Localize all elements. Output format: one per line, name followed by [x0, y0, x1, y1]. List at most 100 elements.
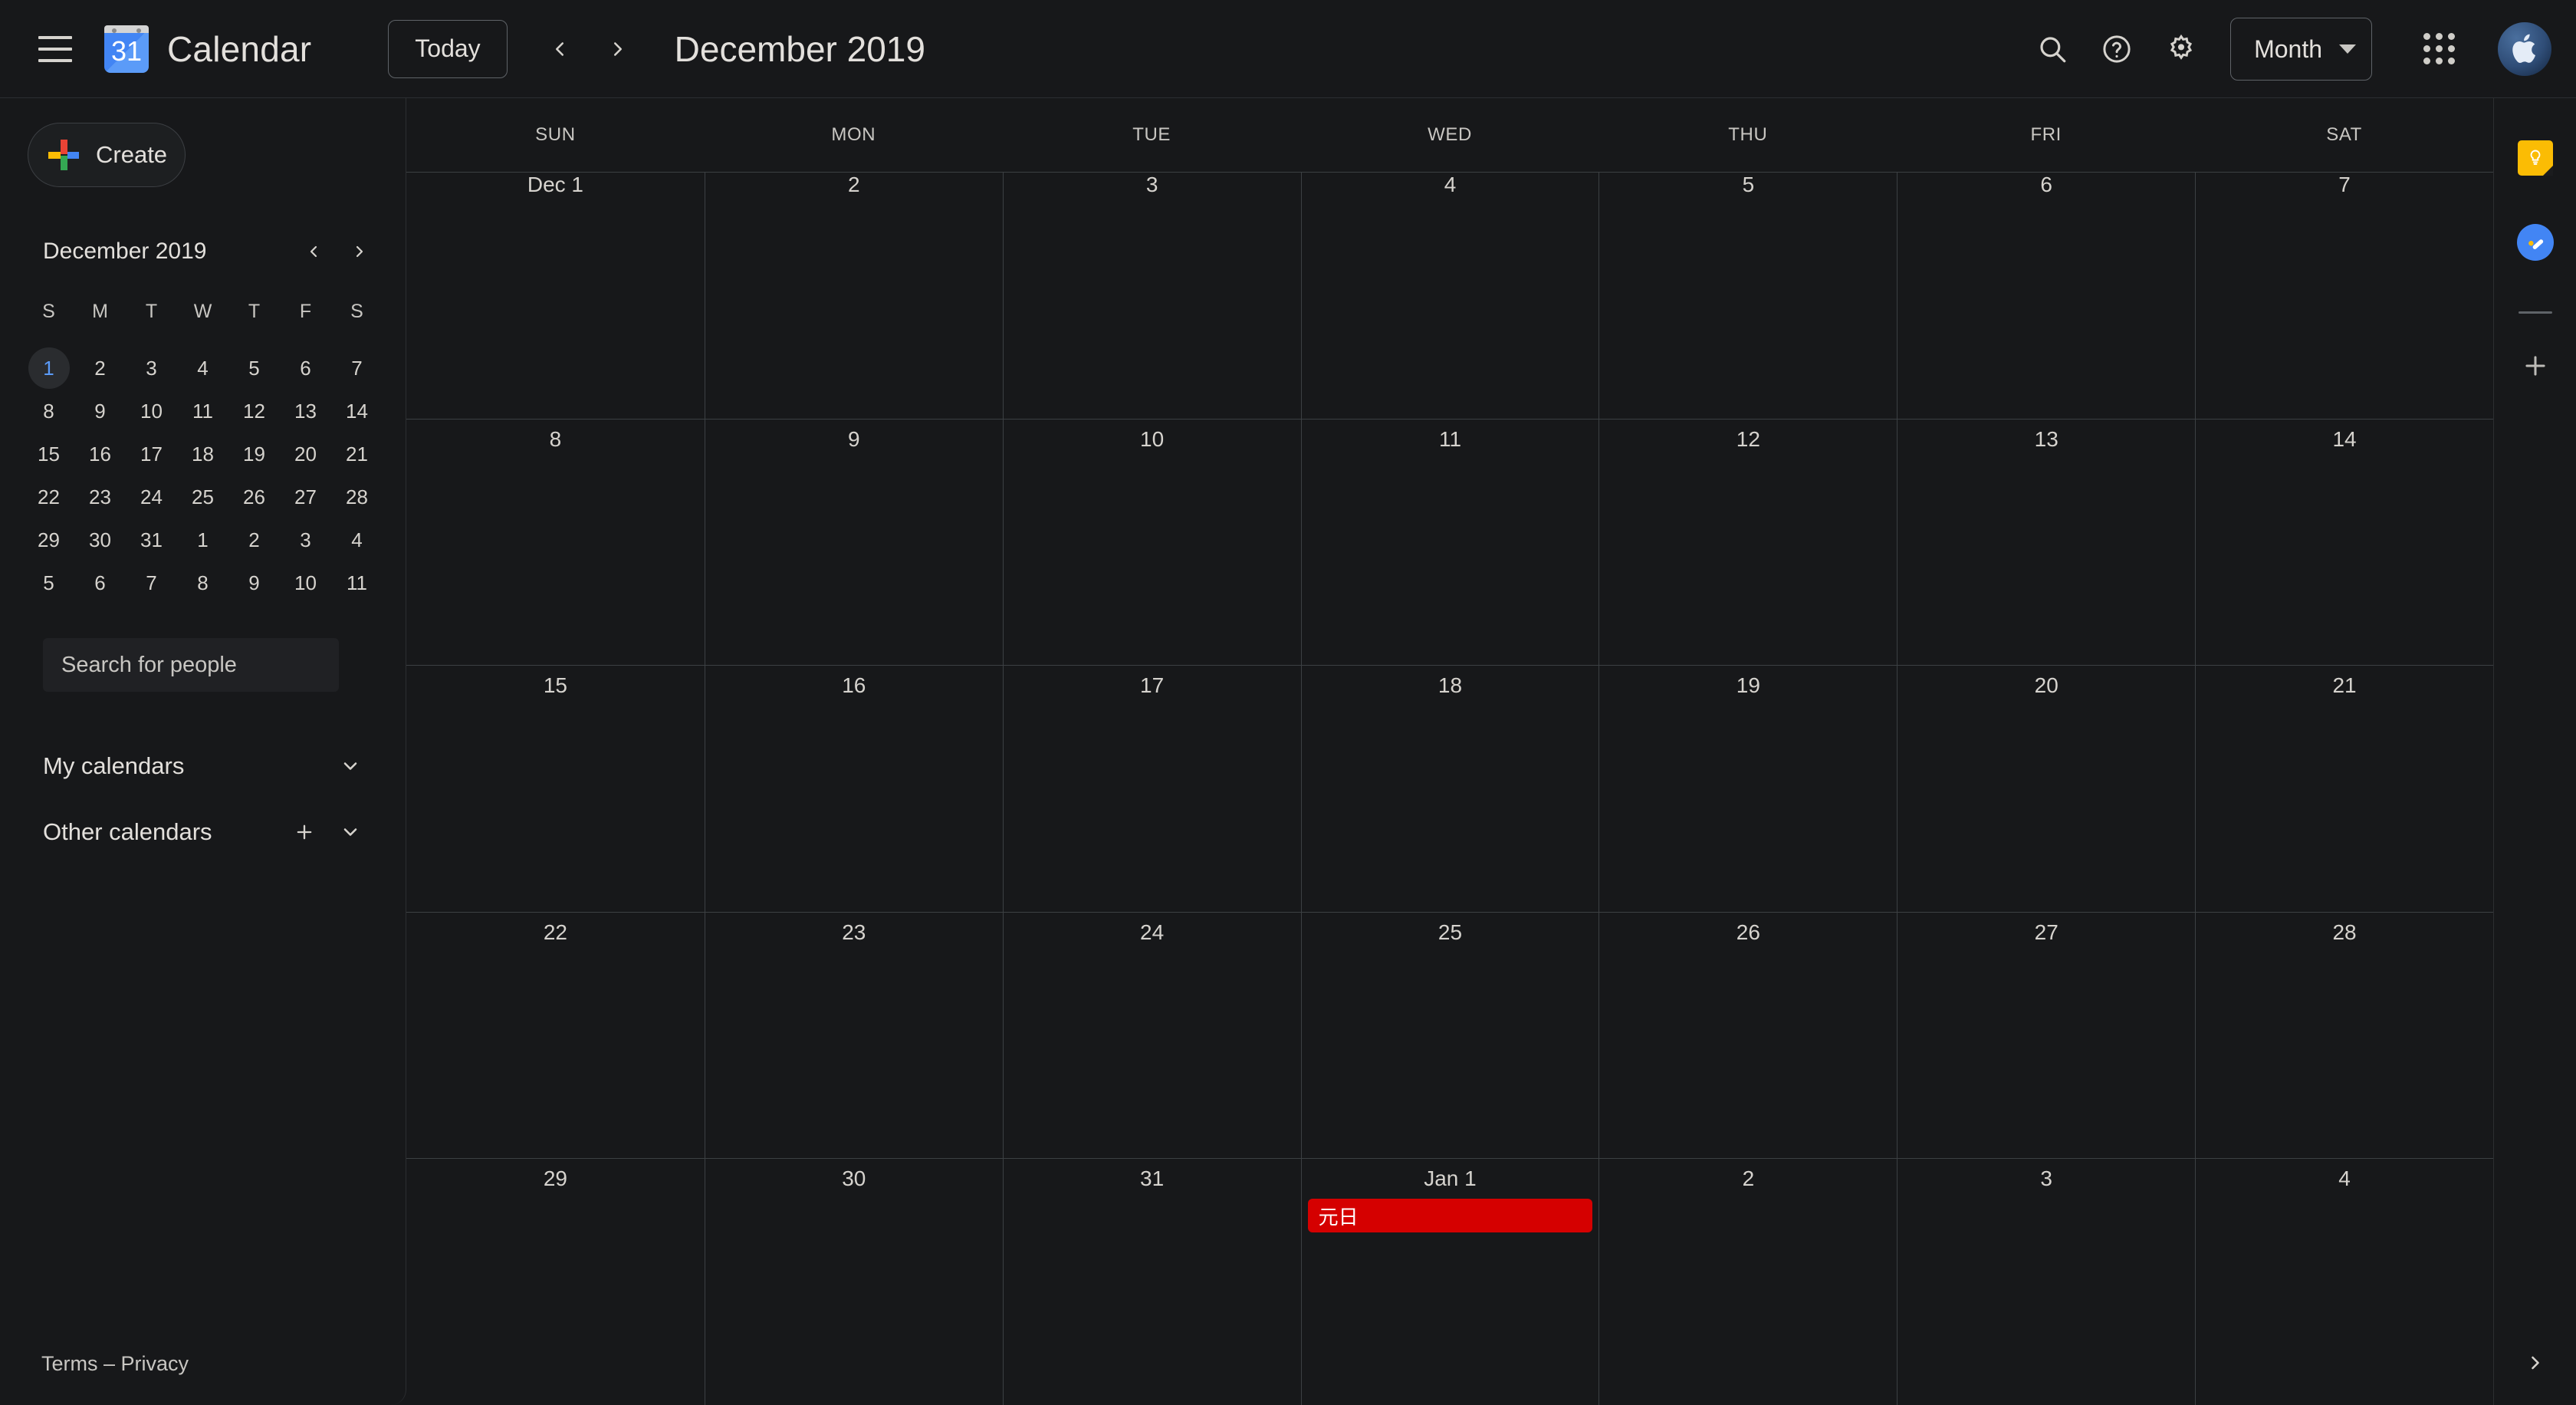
month-day-number[interactable]: 4 — [2196, 1159, 2493, 1199]
mini-calendar-day[interactable]: 21 — [331, 433, 383, 475]
month-day-cell[interactable]: 25 — [1300, 912, 1599, 1159]
month-day-number[interactable]: 27 — [1898, 913, 2195, 953]
mini-calendar-day[interactable]: 5 — [23, 561, 74, 604]
mini-calendar-day[interactable]: 5 — [228, 347, 280, 390]
month-day-cell[interactable]: 4 — [1300, 173, 1599, 419]
month-day-cell[interactable]: 9 — [704, 419, 1003, 666]
calendar-section-my-calendars[interactable]: My calendars — [20, 733, 383, 799]
create-button[interactable]: Create — [28, 123, 186, 187]
month-day-number[interactable]: 8 — [406, 420, 705, 459]
mini-calendar-day[interactable]: 26 — [228, 475, 280, 518]
mini-calendar-day[interactable]: 3 — [280, 518, 331, 561]
month-day-cell[interactable]: 11 — [1300, 419, 1599, 666]
mini-calendar-day[interactable]: 15 — [23, 433, 74, 475]
mini-calendar-day[interactable]: 31 — [126, 518, 177, 561]
month-day-number[interactable]: 6 — [1898, 173, 2195, 212]
mini-calendar-day[interactable]: 28 — [331, 475, 383, 518]
month-day-number[interactable]: 18 — [1302, 666, 1599, 706]
search-button[interactable] — [2020, 17, 2085, 81]
mini-calendar-next-button[interactable] — [337, 229, 383, 275]
view-mode-selector[interactable]: Month — [2230, 18, 2372, 81]
mini-calendar-day[interactable]: 1 — [177, 518, 228, 561]
mini-calendar-day[interactable]: 20 — [280, 433, 331, 475]
month-day-cell[interactable]: 10 — [1002, 419, 1301, 666]
month-day-number[interactable]: 16 — [705, 666, 1003, 706]
google-keep-button[interactable] — [2503, 126, 2568, 190]
collapse-section-button[interactable] — [327, 809, 373, 855]
mini-calendar-day[interactable]: 11 — [331, 561, 383, 604]
month-day-cell[interactable]: 6 — [1897, 173, 2195, 419]
collapse-section-button[interactable] — [327, 743, 373, 789]
month-day-number[interactable]: 19 — [1599, 666, 1897, 706]
mini-calendar-day[interactable]: 27 — [280, 475, 331, 518]
month-day-cell[interactable]: 4 — [2195, 1159, 2493, 1405]
month-day-cell[interactable]: 15 — [406, 666, 705, 912]
month-day-number[interactable]: 11 — [1302, 420, 1599, 459]
mini-calendar-prev-button[interactable] — [291, 229, 337, 275]
mini-calendar-day[interactable]: 3 — [126, 347, 177, 390]
mini-calendar-day[interactable]: 16 — [74, 433, 126, 475]
month-day-cell[interactable]: 14 — [2195, 419, 2493, 666]
mini-calendar-day[interactable]: 2 — [228, 518, 280, 561]
mini-calendar-day[interactable]: 4 — [177, 347, 228, 390]
mini-calendar-day[interactable]: 14 — [331, 390, 383, 433]
month-day-cell[interactable]: 30 — [704, 1159, 1003, 1405]
month-day-number[interactable]: 3 — [1004, 173, 1301, 212]
month-day-cell[interactable]: Jan 1 元日 — [1300, 1159, 1599, 1405]
mini-calendar-day[interactable]: 18 — [177, 433, 228, 475]
month-day-cell[interactable]: 31 — [1002, 1159, 1301, 1405]
month-day-number[interactable]: 24 — [1004, 913, 1301, 953]
month-day-cell[interactable]: 26 — [1598, 912, 1897, 1159]
month-day-number[interactable]: Jan 1 — [1302, 1159, 1599, 1199]
month-day-number[interactable]: 9 — [705, 420, 1003, 459]
month-day-cell[interactable]: 20 — [1897, 666, 2195, 912]
search-people-input[interactable] — [43, 638, 339, 692]
month-day-cell[interactable]: 7 — [2195, 173, 2493, 419]
previous-period-button[interactable] — [531, 20, 589, 78]
month-day-cell[interactable]: 3 — [1897, 1159, 2195, 1405]
month-day-number[interactable]: 17 — [1004, 666, 1301, 706]
mini-calendar-day[interactable]: 24 — [126, 475, 177, 518]
month-day-cell[interactable]: 19 — [1598, 666, 1897, 912]
footer-terms-privacy[interactable]: Terms – Privacy — [41, 1352, 189, 1376]
month-day-number[interactable]: 25 — [1302, 913, 1599, 953]
calendar-section-other-calendars[interactable]: Other calendars — [20, 799, 383, 865]
month-day-number[interactable]: 2 — [1599, 1159, 1897, 1199]
month-day-cell[interactable]: 28 — [2195, 912, 2493, 1159]
month-day-cell[interactable]: 2 — [704, 173, 1003, 419]
mini-calendar-day[interactable]: 9 — [228, 561, 280, 604]
month-day-number[interactable]: 29 — [406, 1159, 705, 1199]
mini-calendar-day[interactable]: 22 — [23, 475, 74, 518]
month-day-cell[interactable]: 22 — [406, 913, 705, 1159]
brand-logo[interactable]: 31 Calendar — [103, 25, 311, 73]
mini-calendar-day[interactable]: 10 — [126, 390, 177, 433]
month-day-cell[interactable]: 21 — [2195, 666, 2493, 912]
mini-calendar-day[interactable]: 8 — [23, 390, 74, 433]
month-day-number[interactable]: 23 — [705, 913, 1003, 953]
mini-calendar-day[interactable]: 1 — [23, 347, 74, 390]
add-other-calendar-button[interactable] — [281, 809, 327, 855]
month-day-number[interactable]: 26 — [1599, 913, 1897, 953]
month-day-number[interactable]: 10 — [1004, 420, 1301, 459]
calendar-event-chip[interactable]: 元日 — [1307, 1199, 1593, 1233]
mini-calendar-day[interactable]: 9 — [74, 390, 126, 433]
mini-calendar-day[interactable]: 23 — [74, 475, 126, 518]
mini-calendar-day[interactable]: 25 — [177, 475, 228, 518]
month-day-cell[interactable]: 5 — [1598, 173, 1897, 419]
today-button[interactable]: Today — [388, 19, 508, 78]
month-day-cell[interactable]: 2 — [1598, 1159, 1897, 1405]
month-day-number[interactable]: 20 — [1898, 666, 2195, 706]
hamburger-menu-icon[interactable] — [17, 11, 94, 87]
month-day-cell[interactable]: 24 — [1002, 912, 1301, 1159]
mini-calendar-day[interactable]: 12 — [228, 390, 280, 433]
apps-grid-icon[interactable] — [2407, 17, 2472, 81]
month-day-number[interactable]: 3 — [1898, 1159, 2195, 1199]
mini-calendar-day[interactable]: 6 — [280, 347, 331, 390]
month-day-cell[interactable]: 8 — [406, 420, 705, 666]
mini-calendar-day[interactable]: 30 — [74, 518, 126, 561]
mini-calendar-day[interactable]: 6 — [74, 561, 126, 604]
month-day-number[interactable]: 2 — [705, 173, 1003, 212]
month-day-number[interactable]: 21 — [2196, 666, 2493, 706]
month-day-cell[interactable]: 17 — [1002, 666, 1301, 912]
add-side-panel-app-button[interactable] — [2503, 334, 2568, 398]
